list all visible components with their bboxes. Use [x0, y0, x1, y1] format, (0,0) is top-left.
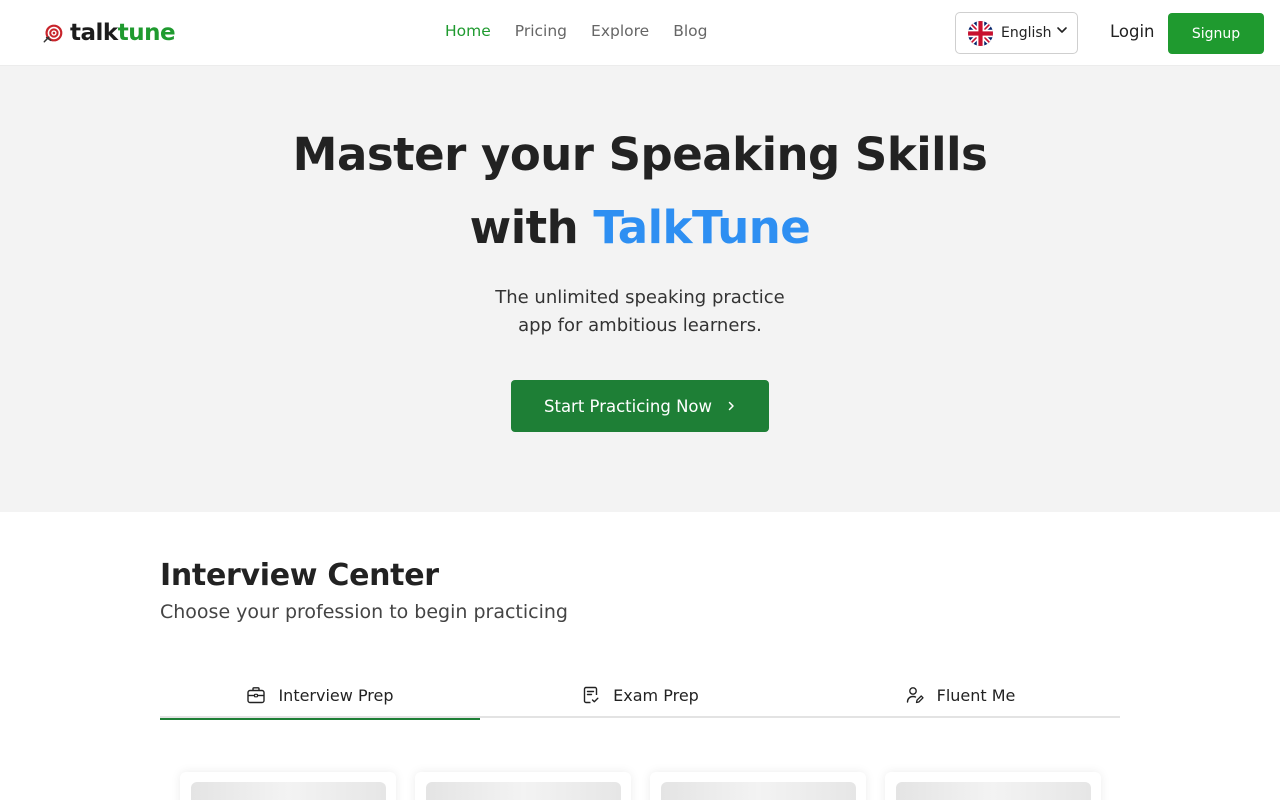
tab-exam-prep-label: Exam Prep [613, 685, 699, 705]
user-edit-icon [906, 687, 924, 704]
card-image-placeholder [426, 782, 621, 800]
logo[interactable]: talktune [42, 19, 176, 47]
login-link[interactable]: Login [1110, 22, 1155, 41]
exam-checklist-icon [583, 686, 599, 704]
start-practicing-label: Start Practicing Now [544, 396, 712, 416]
signup-button[interactable]: Signup [1168, 13, 1264, 54]
interview-center-title: Interview Center [160, 558, 439, 593]
category-tabs: Interview Prep Exam Prep Fluent Me [160, 672, 1120, 720]
nav-blog[interactable]: Blog [673, 22, 707, 40]
profession-card[interactable] [415, 772, 631, 800]
hero-title-line1: Master your Speaking Skills [292, 128, 988, 181]
hero-section: Master your Speaking Skills with TalkTun… [0, 66, 1280, 512]
card-image-placeholder [896, 782, 1091, 800]
hero-subtitle: The unlimited speaking practice app for … [0, 284, 1280, 340]
language-selector[interactable]: English [955, 12, 1078, 54]
site-header: talktune Home Pricing Explore Blog Engli… [0, 0, 1280, 66]
profession-card[interactable] [885, 772, 1101, 800]
main-nav: Home Pricing Explore Blog [445, 22, 707, 40]
target-logo-icon [43, 24, 63, 43]
card-image-placeholder [191, 782, 386, 800]
nav-home[interactable]: Home [445, 22, 491, 40]
tab-fluent-me[interactable]: Fluent Me [800, 672, 1120, 718]
logo-text: talktune [70, 20, 176, 46]
hero-subtitle-line2: app for ambitious learners. [518, 315, 762, 336]
tab-fluent-me-label: Fluent Me [936, 685, 1016, 705]
tab-interview-prep-label: Interview Prep [278, 685, 394, 705]
tab-exam-prep[interactable]: Exam Prep [480, 672, 800, 718]
nav-explore[interactable]: Explore [591, 22, 649, 40]
interview-center-subtitle: Choose your profession to begin practici… [160, 601, 568, 623]
briefcase-icon [247, 687, 266, 704]
logo-text-tune: tune [117, 20, 176, 46]
logo-text-talk: talk [70, 20, 118, 46]
chevron-right-icon [728, 401, 734, 411]
nav-pricing[interactable]: Pricing [515, 22, 567, 40]
profession-card[interactable] [650, 772, 866, 800]
profession-card[interactable] [180, 772, 396, 800]
hero-subtitle-line1: The unlimited speaking practice [495, 287, 785, 308]
tab-interview-prep[interactable]: Interview Prep [160, 672, 480, 720]
uk-flag-icon [968, 20, 993, 46]
hero-title-brand: TalkTune [593, 201, 811, 254]
start-practicing-button[interactable]: Start Practicing Now [511, 380, 769, 432]
hero-title-prefix: with [469, 201, 594, 254]
profession-cards [180, 772, 1120, 800]
language-label: English [1001, 25, 1052, 41]
chevron-down-icon [1056, 27, 1067, 33]
hero-title-line2: with TalkTune [0, 201, 1280, 254]
card-image-placeholder [661, 782, 856, 800]
